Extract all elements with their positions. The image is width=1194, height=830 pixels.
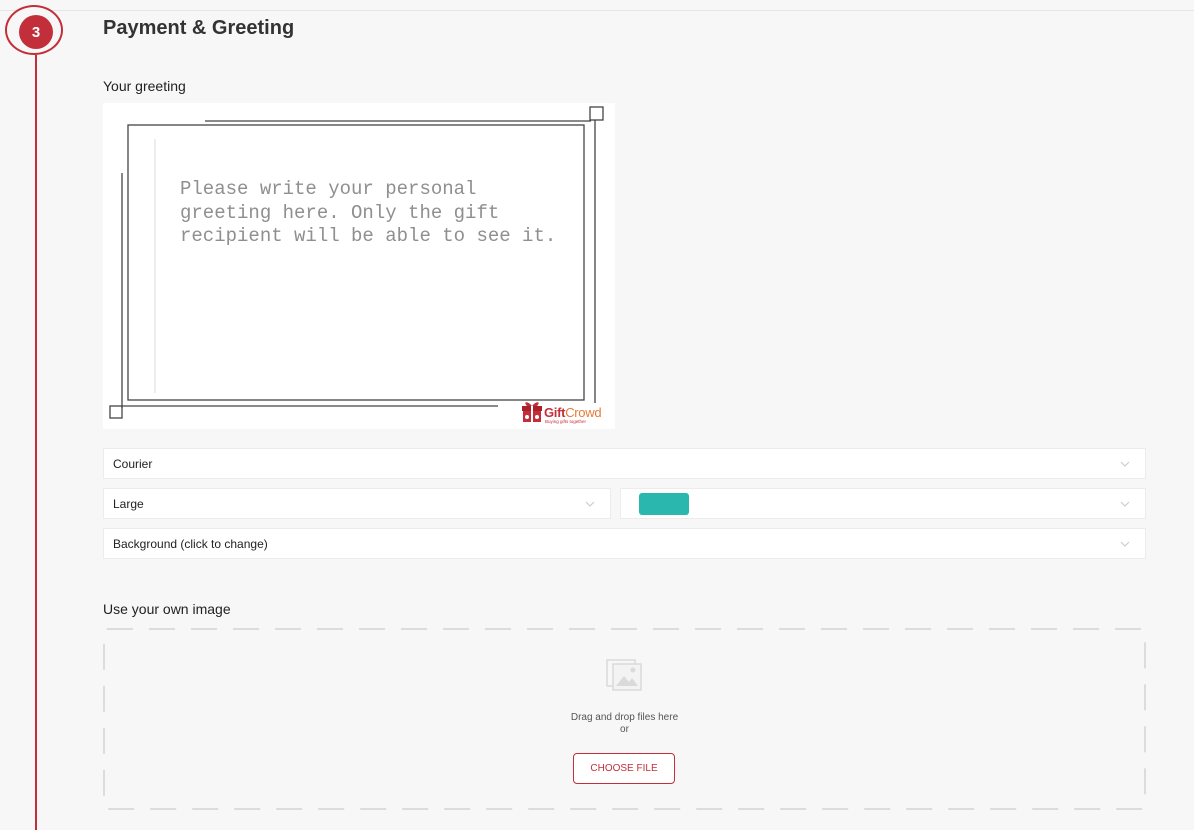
file-dropzone[interactable]: Drag and drop files here or CHOOSE FILE [103, 628, 1146, 810]
drag-drop-text: Drag and drop files here [570, 712, 679, 723]
choose-file-button[interactable]: CHOOSE FILE [573, 753, 675, 784]
greeting-label: Your greeting [103, 78, 186, 94]
or-text: or [620, 724, 629, 735]
color-select[interactable] [620, 488, 1146, 519]
upload-label: Use your own image [103, 601, 231, 617]
color-swatch [639, 492, 689, 515]
font-select-value: Courier [113, 456, 153, 471]
chevron-down-icon [1120, 541, 1130, 547]
size-select[interactable]: Large [103, 488, 611, 519]
size-select-value: Large [113, 496, 144, 511]
step-number: 3 [19, 15, 53, 49]
logo-wordmark: GiftCrowd [544, 405, 602, 420]
chevron-down-icon [1120, 501, 1130, 507]
background-select[interactable]: Background (click to change) [103, 528, 1146, 559]
section-title: Payment & Greeting [103, 17, 295, 39]
greeting-text-area[interactable]: Please write your personal greeting here… [180, 178, 560, 249]
card-frame-decoration [109, 106, 604, 419]
background-select-value: Background (click to change) [113, 536, 268, 551]
gift-box-icon [522, 402, 542, 422]
greeting-card-preview[interactable]: Please write your personal greeting here… [103, 103, 615, 429]
image-icon [606, 659, 642, 691]
step-connector-line [35, 55, 37, 830]
top-divider [0, 10, 1194, 11]
giftcrowd-logo: GiftCrowd Buying gifts together [521, 400, 613, 426]
font-select[interactable]: Courier [103, 448, 1146, 479]
chevron-down-icon [585, 501, 595, 507]
logo-tagline: Buying gifts together [545, 419, 587, 424]
step-indicator: 3 [5, 5, 63, 55]
chevron-down-icon [1120, 461, 1130, 467]
